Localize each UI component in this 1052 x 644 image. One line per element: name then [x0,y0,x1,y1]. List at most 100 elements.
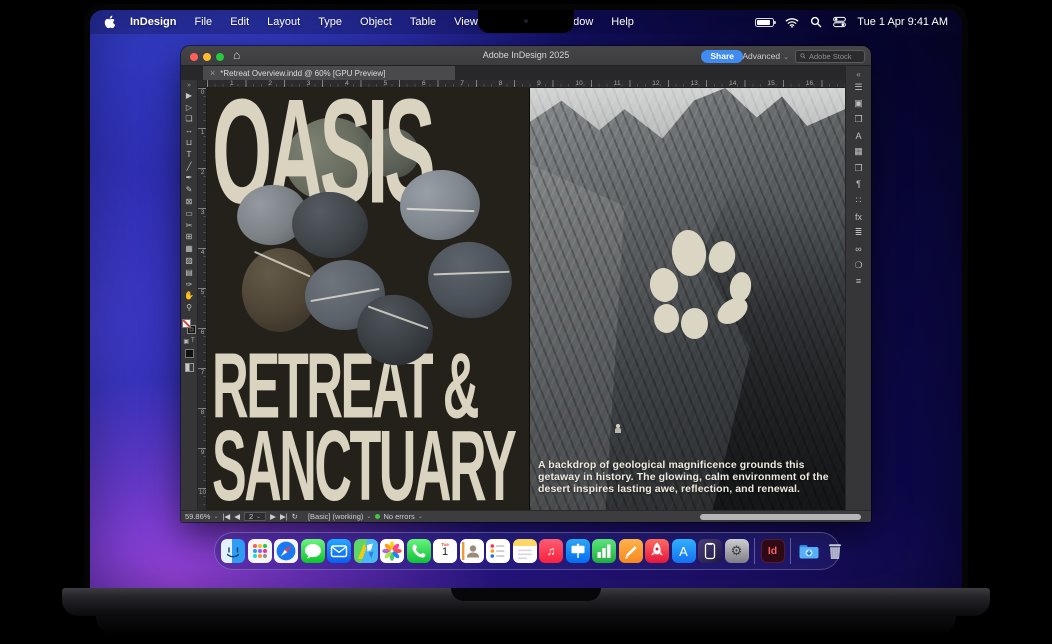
dock-safari-icon[interactable] [274,539,298,563]
dock-launchpad-icon[interactable] [248,539,272,563]
workspace-switcher[interactable]: Advanced⌄ [742,51,789,61]
line-tool[interactable]: ╱ [181,161,198,173]
adobe-stock-search-input[interactable]: Adobe Stock [795,50,865,63]
dock-calendar-icon[interactable]: Tue1 [433,539,457,563]
dock-mail-icon[interactable] [327,539,351,563]
dock-app-store-icon[interactable]: A [672,539,696,563]
dock-finder-icon[interactable] [221,539,245,563]
page-orientation-icon[interactable]: ↻ [292,512,298,521]
dock-pages-icon[interactable] [619,539,643,563]
dock-iphone-mirroring-icon[interactable] [698,539,722,563]
layers-panel[interactable]: ≣ [846,225,872,241]
wifi-icon[interactable] [785,17,799,28]
dock-photos-icon[interactable] [380,539,404,563]
cc-libraries-panel[interactable]: ▣ [846,95,872,111]
dock-trash-icon[interactable] [823,539,847,563]
dock-maps-icon[interactable] [354,539,378,563]
menubar-item[interactable]: InDesign [121,16,185,28]
first-page-button[interactable]: |◀ [222,512,230,521]
direct-selection-tool[interactable]: ▷ [181,102,198,114]
formatting-affects-buttons[interactable]: ▣T [183,338,194,345]
dock-contacts-icon[interactable] [460,539,484,563]
preflight-status[interactable]: No errors⌄ [375,512,422,521]
swatches-panel[interactable]: ▦ [846,144,872,160]
tools-expander-icon[interactable]: » [187,82,191,90]
frame-tool[interactable]: ⊠ [181,196,198,208]
note-tool[interactable]: ▤ [181,267,198,279]
gradient-feather-tool[interactable]: ▨ [181,255,198,267]
content-collector-tool[interactable]: ⊔ [181,137,198,149]
collapse-panels-button[interactable]: « [846,69,872,79]
dock-system-settings-icon[interactable]: ⚙ [725,539,749,563]
control-center-icon[interactable] [833,16,846,28]
zoom-level-control[interactable]: 59.86%⌄ [185,512,218,521]
rectangle-tool[interactable]: ▭ [181,208,198,220]
dock-phone-icon[interactable] [407,539,431,563]
color-theme-tool[interactable]: ✑ [181,279,198,291]
paragraph-panel[interactable]: ¶ [846,176,872,192]
pencil-tool[interactable]: ✎ [181,184,198,196]
apply-color-button[interactable] [185,349,194,358]
laptop-screen: InDesignFileEditLayoutTypeObjectTableVie… [84,4,968,588]
page-number-field[interactable]: 2⌄ [244,512,266,521]
text-wrap-panel[interactable]: ≡ [846,273,872,289]
ruler-origin-corner[interactable] [198,80,207,88]
formatting-container-icon[interactable]: ▣ [183,338,189,345]
previous-page-button[interactable]: ◀ [234,512,240,521]
screen-mode-button[interactable] [185,363,194,372]
battery-icon[interactable] [755,18,774,27]
menubar-item[interactable]: Table [401,16,445,28]
pages-panel[interactable]: ❒ [846,111,872,127]
selection-tool[interactable]: ▶ [181,90,198,102]
dock-downloads-folder-icon[interactable] [797,539,821,563]
ruler-number: 11 [614,80,652,87]
document-canvas[interactable]: OASIS, RETREAT & SANCTUARY [207,88,845,510]
dock-rocket-icon[interactable] [645,539,669,563]
last-page-button[interactable]: ▶| [280,512,288,521]
menubar-item[interactable]: Object [351,16,401,28]
formatting-text-icon[interactable]: T [191,338,195,345]
scissors-tool[interactable]: ✂ [181,220,198,232]
gap-tool[interactable]: ↔ [181,125,198,137]
close-tab-icon[interactable]: × [210,68,215,78]
ruler-number: 3 [307,80,345,87]
preflight-profile-menu[interactable]: [Basic] (working)⌄ [308,512,371,521]
dock-music-icon[interactable]: ♫ [539,539,563,563]
pen-tool[interactable]: ✒ [181,173,198,185]
control-adjustments-panel[interactable]: ☰ [846,79,872,95]
menubar-item[interactable]: Layout [258,16,309,28]
dock-indesign-icon[interactable]: Id [761,539,785,563]
spotlight-search-icon[interactable] [810,16,822,28]
horizontal-scrollbar-thumb[interactable] [700,514,861,520]
object-styles-panel[interactable]: ❐ [846,160,872,176]
dock-reminders-icon[interactable] [486,539,510,563]
document-tab[interactable]: × *Retreat Overview.indd @ 60% [GPU Prev… [203,66,455,80]
camera-dot [524,19,528,23]
dock-messages-icon[interactable] [301,539,325,563]
headline-sanctuary: SANCTUARY [212,427,514,507]
fill-stroke-swatches[interactable] [182,319,196,334]
fill-none-swatch[interactable] [182,319,191,328]
menubar-item[interactable]: Help [602,16,643,28]
align-panel[interactable]: ∷ [846,192,872,208]
gradient-swatch-tool[interactable]: ▦ [181,243,198,255]
menubar-item[interactable]: File [185,16,221,28]
menu-bar-clock[interactable]: Tue 1 Apr 9:41 AM [857,16,948,28]
free-transform-tool[interactable]: ⊞ [181,232,198,244]
preflight-panel[interactable]: ❍ [846,257,872,273]
share-button[interactable]: Share [701,50,743,63]
links-panel[interactable]: ∞ [846,241,872,257]
menubar-item[interactable]: Edit [221,16,258,28]
page-tool[interactable]: ❏ [181,114,198,126]
zoom-tool[interactable]: ⚲ [181,302,198,314]
dock-keynote-icon[interactable] [566,539,590,563]
type-tool[interactable]: T [181,149,198,161]
hand-tool[interactable]: ✋ [181,291,198,303]
next-page-button[interactable]: ▶ [270,512,276,521]
dock-numbers-icon[interactable] [592,539,616,563]
apple-menu-icon[interactable] [104,15,117,30]
effects-panel[interactable]: fx [846,209,872,225]
menubar-item[interactable]: Type [309,16,351,28]
dock-notes-icon[interactable] [513,539,537,563]
character-styles-panel[interactable]: A [846,128,872,144]
